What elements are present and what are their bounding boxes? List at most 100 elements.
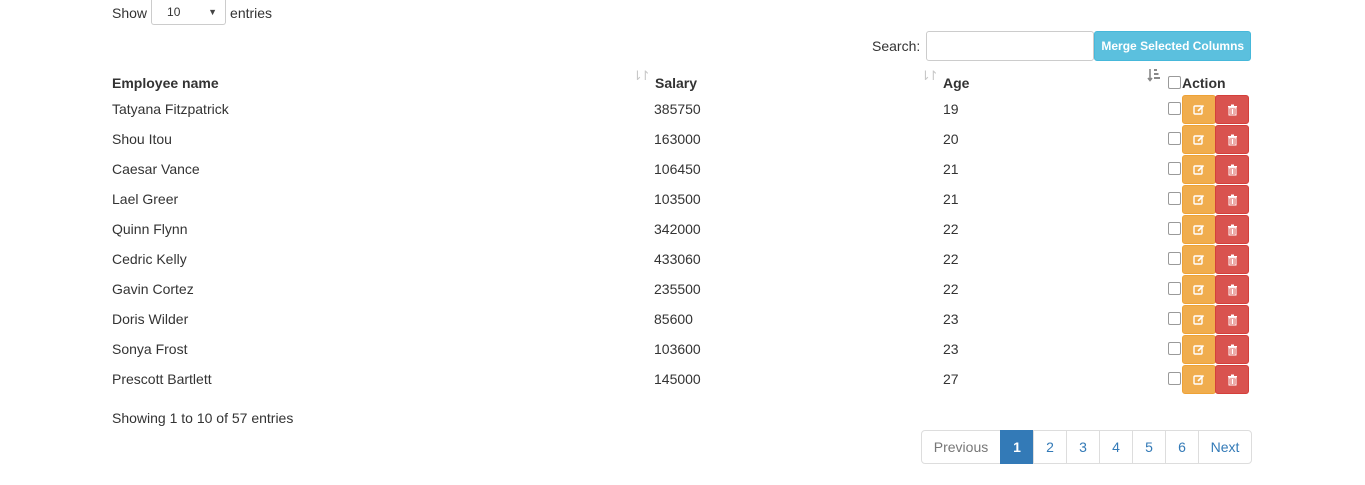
employee-name-cell: Quinn Flynn (112, 221, 188, 237)
pagination-previous[interactable]: Previous (921, 430, 1001, 464)
edit-button[interactable] (1182, 275, 1216, 304)
row-checkbox[interactable] (1168, 252, 1181, 265)
employee-name-cell: Caesar Vance (112, 161, 200, 177)
table-row: Tatyana Fitzpatrick 385750 19 (0, 94, 1365, 124)
page-button-5[interactable]: 5 (1132, 430, 1166, 464)
edit-button[interactable] (1182, 215, 1216, 244)
delete-button[interactable] (1215, 245, 1249, 274)
chevron-down-icon: ▼ (208, 7, 218, 17)
edit-icon (1193, 164, 1205, 175)
row-checkbox[interactable] (1168, 102, 1181, 115)
row-checkbox[interactable] (1168, 282, 1181, 295)
age-cell: 23 (943, 311, 959, 327)
trash-icon (1227, 314, 1237, 325)
select-all-checkbox[interactable] (1168, 76, 1181, 89)
edit-button[interactable] (1182, 155, 1216, 184)
edit-button[interactable] (1182, 335, 1216, 364)
page-button-2[interactable]: 2 (1033, 430, 1067, 464)
employee-name-cell: Shou Itou (112, 131, 172, 147)
row-checkbox[interactable] (1168, 132, 1181, 145)
merge-selected-columns-button[interactable]: Merge Selected Columns (1094, 31, 1252, 61)
page-button-6[interactable]: 6 (1165, 430, 1199, 464)
delete-button[interactable] (1215, 125, 1249, 154)
trash-icon (1227, 344, 1237, 355)
page-button-4[interactable]: 4 (1099, 430, 1133, 464)
trash-icon (1227, 254, 1237, 265)
row-checkbox[interactable] (1168, 342, 1181, 355)
edit-icon (1193, 134, 1205, 145)
table-row: Prescott Bartlett 145000 27 (0, 364, 1365, 394)
delete-button[interactable] (1215, 95, 1249, 124)
page-button-3[interactable]: 3 (1066, 430, 1100, 464)
salary-cell: 235500 (654, 281, 701, 297)
column-label: Salary (655, 75, 698, 91)
edit-icon (1193, 194, 1205, 205)
edit-button[interactable] (1182, 125, 1216, 154)
row-checkbox[interactable] (1168, 312, 1181, 325)
table-row: Lael Greer 103500 21 (0, 184, 1365, 214)
table-row: Shou Itou 163000 20 (0, 124, 1365, 154)
age-cell: 27 (943, 371, 959, 387)
edit-icon (1193, 254, 1205, 265)
salary-cell: 106450 (654, 161, 701, 177)
sort-icon[interactable]: ⇂↾ (632, 68, 651, 84)
employee-name-cell: Sonya Frost (112, 341, 188, 357)
column-label: Age (943, 75, 970, 91)
column-header-salary[interactable]: Salary (655, 74, 697, 92)
edit-icon (1193, 224, 1205, 235)
age-cell: 22 (943, 221, 959, 237)
sort-numeric-asc-icon[interactable] (1147, 68, 1161, 82)
trash-icon (1227, 104, 1237, 115)
column-header-action: Action (1182, 74, 1226, 92)
column-label: Action (1182, 75, 1226, 91)
edit-button[interactable] (1182, 95, 1216, 124)
merge-button-label: Merge Selected Columns (1101, 39, 1245, 53)
salary-cell: 103500 (654, 191, 701, 207)
employee-name-cell: Prescott Bartlett (112, 371, 212, 387)
page-length-value: 10 (167, 5, 181, 19)
trash-icon (1227, 134, 1237, 145)
salary-cell: 85600 (654, 311, 693, 327)
search-input[interactable] (926, 31, 1095, 61)
delete-button[interactable] (1215, 155, 1249, 184)
column-header-employee-name[interactable]: Employee name (112, 74, 219, 92)
age-cell: 20 (943, 131, 959, 147)
delete-button[interactable] (1215, 215, 1249, 244)
edit-icon (1193, 314, 1205, 325)
age-cell: 23 (943, 341, 959, 357)
table-row: Caesar Vance 106450 21 (0, 154, 1365, 184)
page-button-1[interactable]: 1 (1000, 430, 1034, 464)
table-row: Sonya Frost 103600 23 (0, 334, 1365, 364)
trash-icon (1227, 374, 1237, 385)
edit-button[interactable] (1182, 185, 1216, 214)
column-header-age[interactable]: Age (943, 74, 969, 92)
row-checkbox[interactable] (1168, 162, 1181, 175)
employee-name-cell: Tatyana Fitzpatrick (112, 101, 229, 117)
delete-button[interactable] (1215, 305, 1249, 334)
delete-button[interactable] (1215, 275, 1249, 304)
edit-button[interactable] (1182, 305, 1216, 334)
edit-icon (1193, 344, 1205, 355)
delete-button[interactable] (1215, 185, 1249, 214)
edit-icon (1193, 104, 1205, 115)
salary-cell: 103600 (654, 341, 701, 357)
edit-button[interactable] (1182, 365, 1216, 394)
sort-icon[interactable]: ⇂↾ (920, 68, 939, 84)
show-label: Show (112, 4, 148, 21)
pagination: Previous 1 2 3 4 5 6 Next (921, 430, 1252, 464)
salary-cell: 145000 (654, 371, 701, 387)
edit-button[interactable] (1182, 245, 1216, 274)
salary-cell: 433060 (654, 251, 701, 267)
edit-icon (1193, 284, 1205, 295)
row-checkbox[interactable] (1168, 222, 1181, 235)
pagination-next[interactable]: Next (1198, 430, 1252, 464)
age-cell: 19 (943, 101, 959, 117)
trash-icon (1227, 194, 1237, 205)
page-length-select[interactable]: 10 ▼ (151, 0, 227, 25)
row-checkbox[interactable] (1168, 372, 1181, 385)
search-bar: Search: Merge Selected Columns (872, 31, 1252, 61)
salary-cell: 342000 (654, 221, 701, 237)
delete-button[interactable] (1215, 335, 1249, 364)
delete-button[interactable] (1215, 365, 1249, 394)
row-checkbox[interactable] (1168, 192, 1181, 205)
